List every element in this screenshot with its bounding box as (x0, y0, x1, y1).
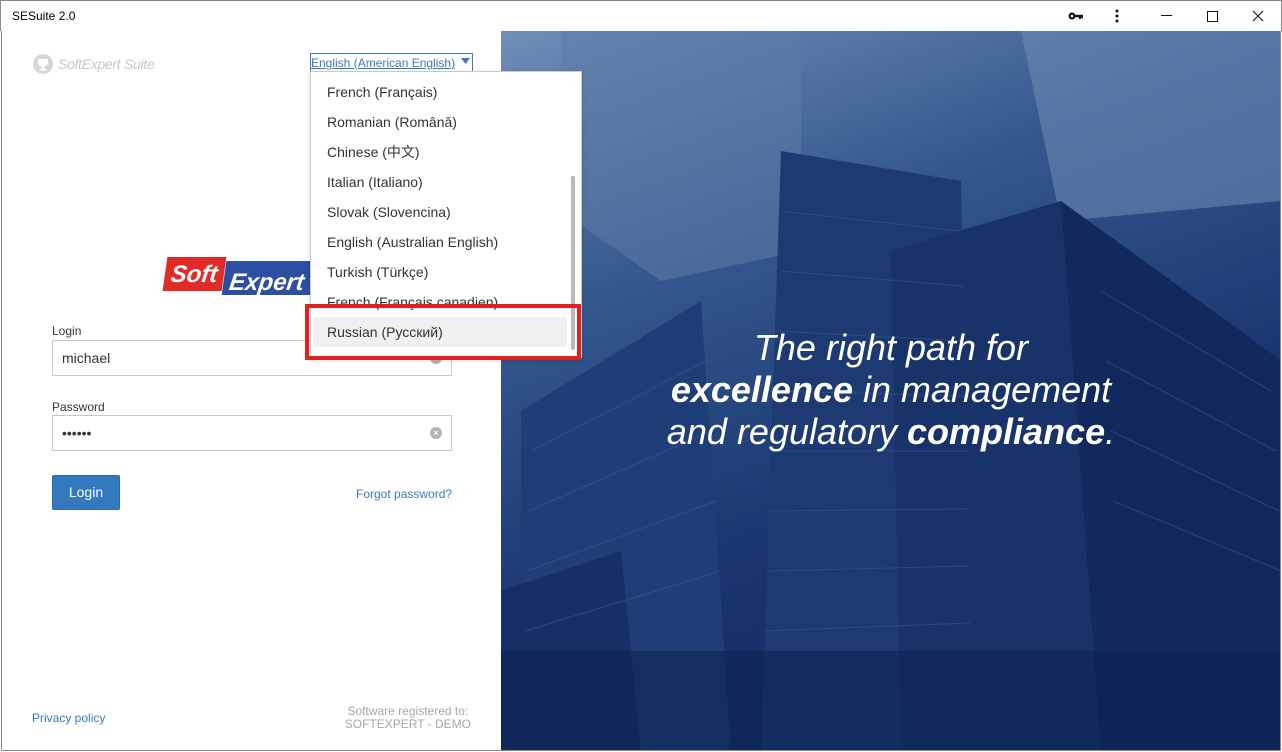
more-options-icon[interactable] (1094, 1, 1140, 31)
login-button[interactable]: Login (52, 475, 120, 510)
language-select[interactable]: English (American English) (310, 53, 473, 72)
password-value: •••••• (62, 425, 92, 441)
clear-password-icon[interactable]: × (430, 427, 442, 439)
language-option[interactable]: English (Australian English) (311, 227, 567, 257)
close-button[interactable] (1235, 1, 1281, 31)
highlight-box (305, 304, 581, 360)
language-option[interactable]: Turkish (Türkçe) (311, 257, 567, 287)
hero-line2: excellence in management (501, 369, 1280, 411)
registered-line2: SOFTEXPERT - DEMO (344, 717, 471, 731)
maximize-button[interactable] (1189, 1, 1235, 31)
forgot-password-link[interactable]: Forgot password? (356, 487, 452, 501)
hero-line3-start: and regulatory (666, 411, 908, 452)
chevron-down-icon (461, 58, 470, 64)
hero-line3-end: . (1105, 411, 1116, 452)
brand-soft: Soft (162, 257, 227, 291)
password-label: Password (52, 400, 105, 414)
small-logo-text: SoftExpert Suite (58, 56, 155, 72)
hero-tagline: The right path for excellence in managem… (501, 327, 1280, 453)
hero-line3: and regulatory compliance. (501, 411, 1280, 453)
language-option[interactable]: Chinese (中文) (311, 137, 567, 167)
hero-panel: The right path for excellence in managem… (501, 31, 1281, 751)
hero-line2-rest: in management (853, 369, 1112, 410)
hero-line2-bold: excellence (670, 369, 853, 410)
minimize-button[interactable] (1143, 1, 1189, 31)
softexpert-suite-logo: SoftExpert Suite (32, 53, 155, 75)
language-selected-value: English (American English) (311, 56, 456, 70)
login-label: Login (52, 324, 82, 338)
registration-info: Software registered to: SOFTEXPERT - DEM… (345, 705, 471, 731)
language-option[interactable]: Romanian (Română) (311, 107, 567, 137)
privacy-policy-link[interactable]: Privacy policy (32, 711, 105, 725)
language-option[interactable]: French (Français) (311, 77, 567, 107)
hero-line3-bold: compliance (907, 411, 1106, 452)
softexpert-brand-logo: Soft Expert (162, 257, 325, 296)
key-icon[interactable] (1053, 1, 1099, 31)
window-title: SESuite 2.0 (12, 9, 76, 23)
brand-expert: Expert (221, 261, 315, 296)
language-option[interactable]: Italian (Italiano) (311, 167, 567, 197)
login-value: michael (62, 350, 111, 366)
password-field[interactable]: •••••• × (52, 415, 452, 451)
hero-line1: The right path for (753, 327, 1029, 368)
title-bar: SESuite 2.0 (0, 0, 1282, 31)
trophy-icon (33, 54, 53, 74)
language-option[interactable]: Slovak (Slovencina) (311, 197, 567, 227)
